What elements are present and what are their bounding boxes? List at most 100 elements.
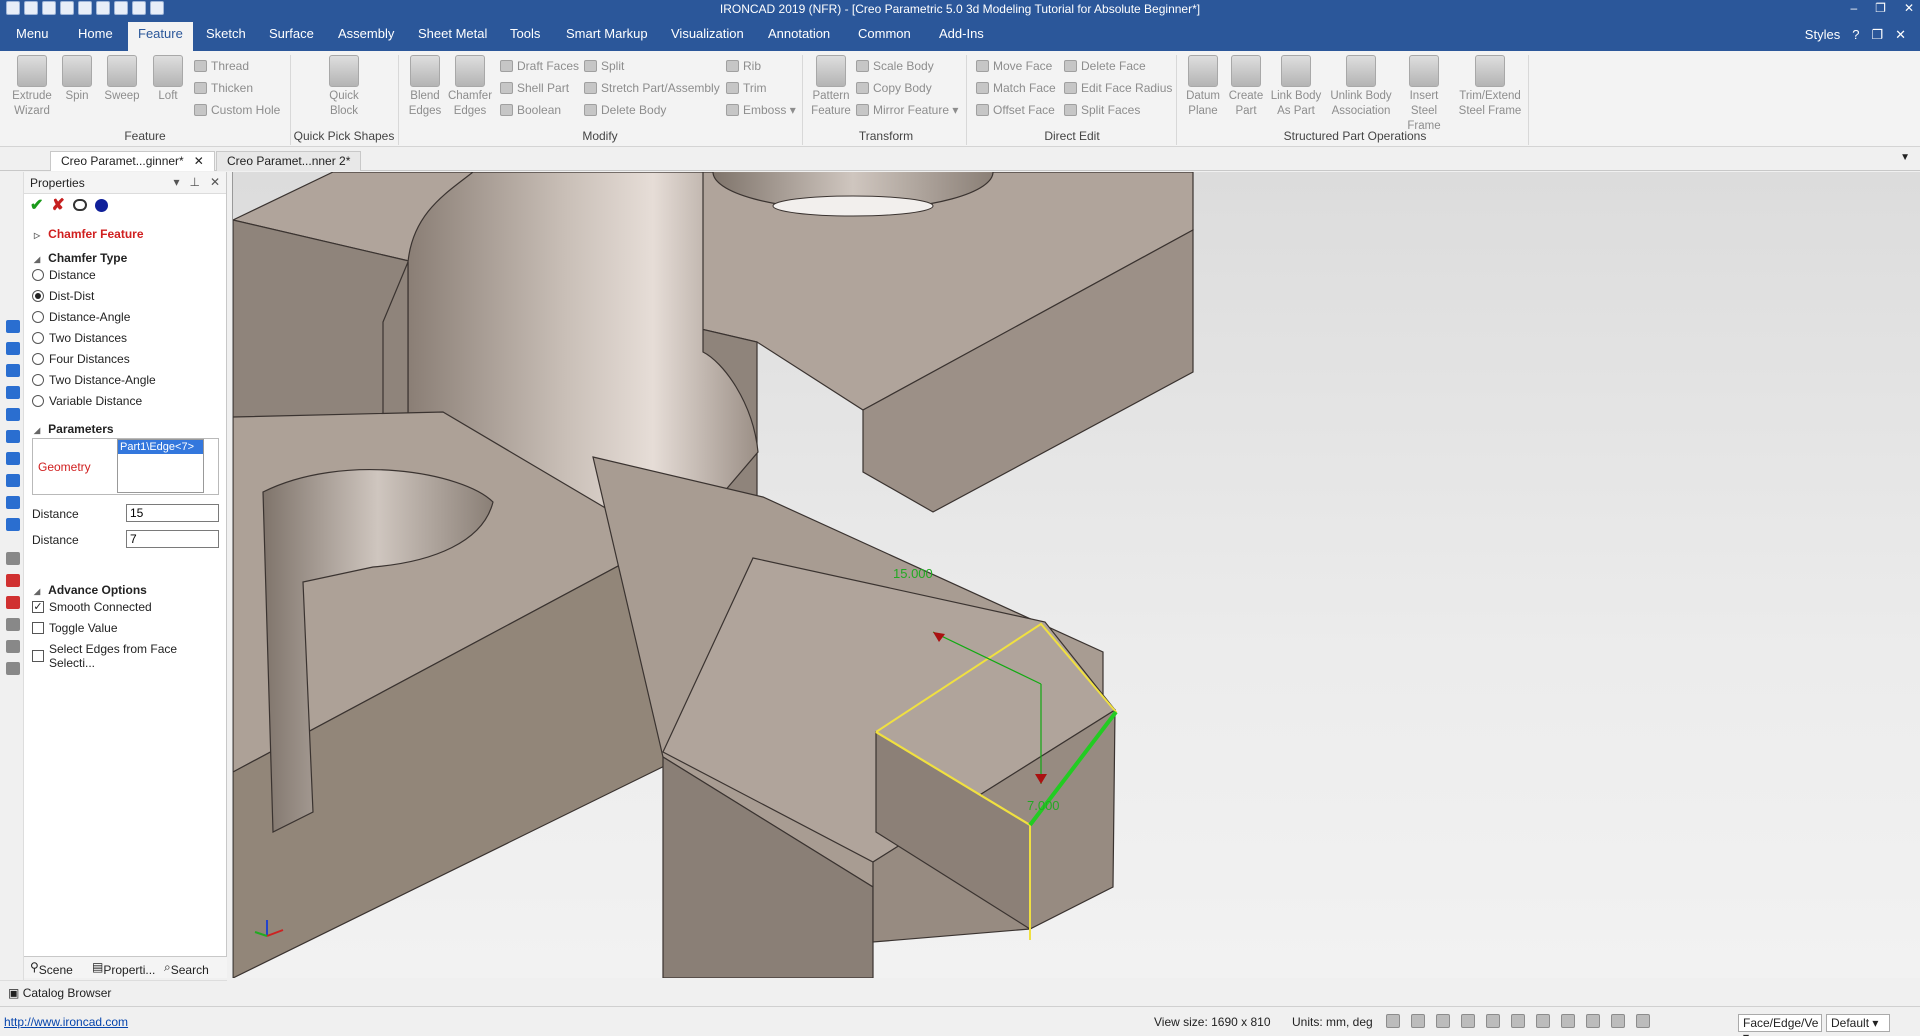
draft-faces-button[interactable]: Draft Faces	[500, 59, 579, 73]
pointer-icon[interactable]	[1611, 1014, 1625, 1028]
cube-view-icon[interactable]	[6, 364, 20, 377]
pattern-feature-button[interactable]: Pattern Feature	[808, 51, 854, 119]
cube-view-icon[interactable]	[6, 320, 20, 333]
radio-button[interactable]	[32, 353, 44, 365]
copy-body-button[interactable]: Copy Body	[856, 81, 932, 95]
3d-viewport[interactable]: 15.000 7.000	[232, 172, 1920, 978]
tab-feature[interactable]: Feature	[128, 22, 193, 51]
delete-body-button[interactable]: Delete Body	[584, 103, 666, 117]
tab-sheet-metal[interactable]: Sheet Metal	[416, 26, 489, 41]
radio-two-distances[interactable]: Two Distances	[32, 331, 127, 345]
advance-options-section[interactable]: ◢ Advance Options	[34, 583, 147, 597]
radio-button[interactable]	[32, 395, 44, 407]
status-dot-icon[interactable]	[94, 198, 108, 212]
select-pointer-icon[interactable]	[1636, 1014, 1650, 1028]
geometry-selected-item[interactable]: Part1\Edge<7>	[118, 440, 203, 454]
thread-button[interactable]: Thread	[194, 59, 249, 73]
circle-icon[interactable]	[6, 662, 20, 675]
tab-surface[interactable]: Surface	[267, 26, 316, 41]
mirror-feature-button[interactable]: Mirror Feature ▾	[856, 103, 958, 117]
emboss-button[interactable]: Emboss ▾	[726, 103, 796, 117]
checkbox[interactable]	[32, 650, 44, 662]
radio-button[interactable]	[32, 311, 44, 323]
tab-visualization[interactable]: Visualization	[669, 26, 746, 41]
trim-extend-steel-frame-button[interactable]: Trim/Extend Steel Frame	[1454, 51, 1526, 119]
radio-variable-distance[interactable]: Variable Distance	[32, 394, 142, 408]
cube-view-icon[interactable]	[6, 496, 20, 509]
ironcad-link[interactable]: http://www.ironcad.com	[4, 1015, 128, 1029]
tab-tools[interactable]: Tools	[508, 26, 542, 41]
match-face-button[interactable]: Match Face	[976, 81, 1056, 95]
radio-distance-angle[interactable]: Distance-Angle	[32, 310, 130, 324]
sweep-button[interactable]: Sweep	[100, 51, 144, 104]
selection-filter-select[interactable]: Face/Edge/Ve ▾	[1738, 1014, 1822, 1036]
boolean-button[interactable]: Boolean	[500, 103, 561, 117]
move-face-button[interactable]: Move Face	[976, 59, 1052, 73]
display-mode-icon[interactable]	[1536, 1014, 1550, 1028]
catalog-browser-bar[interactable]: ▣ Catalog Browser	[0, 980, 227, 1006]
tab-smart-markup[interactable]: Smart Markup	[564, 26, 650, 41]
minimize-icon[interactable]: –	[1850, 1, 1857, 15]
shell-part-button[interactable]: Shell Part	[500, 81, 569, 95]
offset-face-button[interactable]: Offset Face	[976, 103, 1055, 117]
extrude-wizard-button[interactable]: Extrude Wizard	[8, 51, 56, 119]
chamfer-type-section[interactable]: ◢ Chamfer Type	[34, 251, 127, 265]
blend-edges-button[interactable]: Blend Edges	[404, 51, 446, 119]
radio-distance[interactable]: Distance	[32, 268, 96, 282]
close-icon[interactable]: ✕	[210, 175, 220, 189]
help-icon[interactable]: ?	[1852, 27, 1859, 43]
delete-face-button[interactable]: Delete Face	[1064, 59, 1146, 73]
stretch-button[interactable]: Stretch Part/Assembly	[584, 81, 720, 95]
radio-button[interactable]	[32, 269, 44, 281]
geometry-list[interactable]: Part1\Edge<7>	[117, 439, 204, 493]
quick-block-button[interactable]: Quick Block	[318, 51, 370, 119]
scheme-select[interactable]: Default ▾	[1826, 1014, 1890, 1032]
cube-view-icon[interactable]	[6, 518, 20, 531]
tab-search[interactable]: ⌕ Search	[164, 960, 209, 977]
spin-button[interactable]: Spin	[60, 51, 94, 104]
circle-icon[interactable]	[6, 640, 20, 653]
scale-body-button[interactable]: Scale Body	[856, 59, 934, 73]
close-icon[interactable]: ✕	[1904, 1, 1914, 15]
close-icon[interactable]: ✕	[1895, 27, 1906, 43]
preview-glasses-icon[interactable]	[72, 199, 87, 211]
section-icon[interactable]	[1561, 1014, 1575, 1028]
restore-icon[interactable]: ❐	[1875, 1, 1886, 15]
insert-steel-frame-button[interactable]: Insert Steel Frame	[1396, 51, 1452, 134]
cube-view-icon[interactable]	[6, 342, 20, 355]
checkbox[interactable]	[32, 622, 44, 634]
radio-two-distance-angle[interactable]: Two Distance-Angle	[32, 373, 156, 387]
render-mode-icon[interactable]	[1486, 1014, 1500, 1028]
zoom-window-icon[interactable]	[1411, 1014, 1425, 1028]
tab-list-chevron-icon[interactable]: ▼	[1900, 152, 1910, 163]
dimension-label-1[interactable]: 15.000	[893, 566, 933, 581]
tab-common[interactable]: Common	[856, 26, 913, 41]
cube-view-icon[interactable]	[6, 474, 20, 487]
split-faces-button[interactable]: Split Faces	[1064, 103, 1140, 117]
tab-annotation[interactable]: Annotation	[766, 26, 832, 41]
tab-assembly[interactable]: Assembly	[336, 26, 396, 41]
smooth-connected-checkbox[interactable]: ✓ Smooth Connected	[32, 600, 152, 614]
apply-check-icon[interactable]: ✔	[30, 195, 43, 215]
chamfer-edges-button[interactable]: Chamfer Edges	[446, 51, 494, 119]
dropdown-icon[interactable]: ▾	[173, 175, 179, 189]
radio-button[interactable]	[32, 332, 44, 344]
select-edges-from-face-checkbox[interactable]: Select Edges from Face Selecti...	[32, 642, 226, 670]
tab-scene[interactable]: ⚲ Scene	[30, 960, 73, 977]
orbit-icon[interactable]	[1436, 1014, 1450, 1028]
measure-icon[interactable]	[6, 552, 20, 565]
checkbox[interactable]: ✓	[32, 601, 44, 613]
cube-view-icon[interactable]	[6, 430, 20, 443]
distance1-input[interactable]	[126, 504, 219, 522]
unlink-body-button[interactable]: Unlink Body Association	[1326, 51, 1396, 119]
create-part-button[interactable]: Create Part	[1226, 51, 1266, 119]
doc-tab-2[interactable]: Creo Paramet...nner 2*	[216, 151, 362, 171]
datum-plane-button[interactable]: Datum Plane	[1180, 51, 1226, 119]
zoom-icon[interactable]	[1386, 1014, 1400, 1028]
pin-icon[interactable]: ⊥	[189, 175, 199, 189]
loft-button[interactable]: Loft	[150, 51, 186, 104]
radio-dist-dist[interactable]: Dist-Dist	[32, 289, 94, 303]
parameters-section[interactable]: ◢ Parameters	[34, 422, 114, 436]
doc-tab-1[interactable]: Creo Paramet...ginner* ✕	[50, 151, 215, 171]
edit-face-radius-button[interactable]: Edit Face Radius	[1064, 81, 1172, 95]
